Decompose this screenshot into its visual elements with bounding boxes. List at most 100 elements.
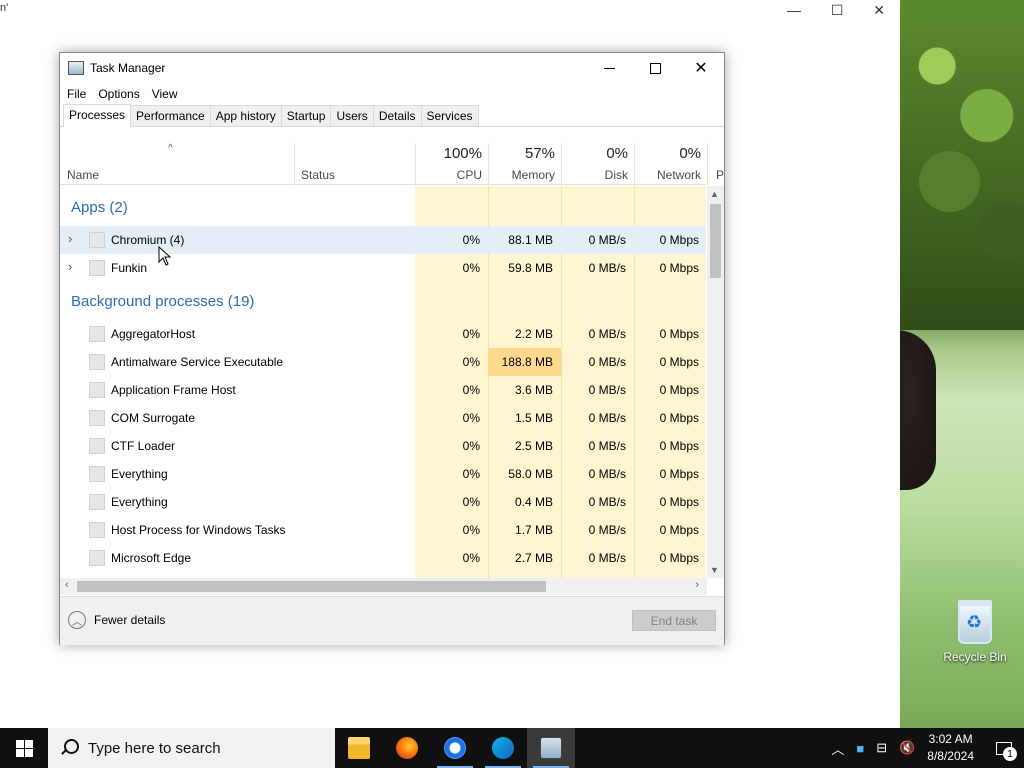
group-apps[interactable]: Apps (2)	[71, 199, 128, 216]
column-memory[interactable]: Memory	[489, 168, 555, 182]
process-row[interactable]: AggregatorHost 0% 2.2 MB 0 MB/s 0 Mbps	[60, 320, 706, 348]
recycle-bin-icon	[958, 600, 992, 644]
scroll-up-icon[interactable]: ▲	[710, 189, 719, 199]
background-minimize-icon[interactable]: —	[787, 2, 801, 18]
process-name: Application Frame Host	[111, 383, 236, 397]
process-network: 0 Mbps	[659, 261, 699, 275]
menu-view[interactable]: View	[152, 87, 178, 101]
process-icon	[89, 494, 105, 510]
cpu-percent[interactable]: 100%	[416, 145, 482, 162]
recycle-bin-label: Recycle Bin	[943, 650, 1007, 664]
menu-bar: File Options View	[60, 83, 724, 105]
volume-muted-icon[interactable]: 🔇	[899, 740, 915, 756]
tab-details[interactable]: Details	[372, 105, 422, 126]
expand-chevron-icon[interactable]: ›	[68, 259, 72, 274]
taskbar-file-explorer[interactable]	[335, 728, 383, 768]
tab-startup[interactable]: Startup	[280, 105, 332, 126]
end-task-button[interactable]: End task	[632, 610, 716, 631]
network-percent[interactable]: 0%	[635, 145, 701, 162]
maximize-button[interactable]	[632, 53, 678, 83]
process-memory: 188.8 MB	[501, 355, 553, 369]
process-row[interactable]: Everything 0% 0.4 MB 0 MB/s 0 Mbps	[60, 488, 706, 516]
process-memory: 3.6 MB	[514, 383, 553, 397]
column-network[interactable]: Network	[635, 168, 701, 182]
process-cpu: 0%	[462, 551, 480, 565]
process-icon	[89, 382, 105, 398]
taskbar-chromium[interactable]	[431, 728, 479, 768]
show-hidden-icons-chevron-icon[interactable]: ︿	[831, 739, 844, 758]
process-row[interactable]: Host Process for Windows Tasks 0% 1.7 MB…	[60, 516, 706, 544]
process-disk: 0 MB/s	[588, 523, 626, 537]
process-row[interactable]: COM Surrogate 0% 1.5 MB 0 MB/s 0 Mbps	[60, 404, 706, 432]
firefox-icon	[396, 737, 418, 759]
group-background-processes[interactable]: Background processes (19)	[71, 293, 254, 310]
process-disk: 0 MB/s	[588, 467, 626, 481]
process-list: Apps (2) › Chromium (4) 0% 88.1 MB 0 MB/…	[60, 186, 706, 578]
process-disk: 0 MB/s	[588, 355, 626, 369]
process-row[interactable]: Everything 0% 58.0 MB 0 MB/s 0 Mbps	[60, 460, 706, 488]
sort-up-icon: ^	[168, 143, 173, 154]
process-network: 0 Mbps	[659, 411, 699, 425]
notification-center-button[interactable]: 1	[984, 728, 1024, 768]
menu-options[interactable]: Options	[98, 87, 139, 101]
vertical-scroll-thumb[interactable]	[710, 204, 721, 278]
taskbar-search-box[interactable]: Type here to search	[48, 728, 335, 768]
taskbar-browser[interactable]	[479, 728, 527, 768]
column-status[interactable]: Status	[301, 168, 335, 182]
title-bar[interactable]: Task Manager ✕	[60, 53, 724, 83]
process-cpu: 0%	[462, 411, 480, 425]
horizontal-scroll-thumb[interactable]	[77, 581, 546, 592]
clock-time: 3:02 AM	[928, 732, 973, 746]
tab-performance[interactable]: Performance	[130, 105, 211, 126]
clock[interactable]: 3:02 AM 8/8/2024	[927, 731, 974, 765]
tab-processes[interactable]: Processes	[63, 104, 132, 127]
process-memory: 2.7 MB	[514, 551, 553, 565]
column-cpu[interactable]: CPU	[416, 168, 482, 182]
taskbar: Type here to search ︿ ■ ⊟ 🔇 3:02 AM 8/8/…	[0, 728, 1024, 768]
memory-percent[interactable]: 57%	[489, 145, 555, 162]
expand-chevron-icon[interactable]: ›	[68, 231, 72, 246]
disk-percent[interactable]: 0%	[562, 145, 628, 162]
column-disk[interactable]: Disk	[562, 168, 628, 182]
process-row-chromium[interactable]: › Chromium (4) 0% 88.1 MB 0 MB/s 0 Mbps	[60, 226, 706, 254]
scroll-down-icon[interactable]: ▼	[710, 565, 719, 575]
tab-app-history[interactable]: App history	[209, 105, 282, 126]
fewer-details-button[interactable]: ︿ Fewer details	[68, 611, 165, 629]
process-row[interactable]: Antimalware Service Executable 0% 188.8 …	[60, 348, 706, 376]
minimize-button[interactable]	[586, 53, 632, 83]
process-row-funkin[interactable]: › Funkin 0% 59.8 MB 0 MB/s 0 Mbps	[60, 254, 706, 282]
taskbar-task-manager[interactable]	[527, 728, 575, 768]
vertical-scrollbar[interactable]: ▲ ▼	[707, 186, 724, 578]
scroll-left-icon[interactable]: ‹	[65, 579, 69, 591]
process-row[interactable]: CTF Loader 0% 2.5 MB 0 MB/s 0 Mbps	[60, 432, 706, 460]
process-name: Everything	[111, 495, 168, 509]
close-button[interactable]: ✕	[678, 53, 724, 83]
process-row[interactable]: Microsoft Edge 0% 2.7 MB 0 MB/s 0 Mbps	[60, 544, 706, 572]
process-memory: 2.5 MB	[514, 439, 553, 453]
start-button[interactable]	[0, 728, 48, 768]
tab-users[interactable]: Users	[330, 105, 374, 126]
menu-file[interactable]: File	[67, 87, 86, 101]
process-icon	[89, 326, 105, 342]
horizontal-scrollbar[interactable]: ‹ ›	[60, 578, 707, 595]
taskbar-firefox[interactable]	[383, 728, 431, 768]
process-memory: 1.7 MB	[514, 523, 553, 537]
tab-services[interactable]: Services	[420, 105, 479, 126]
column-power-partial[interactable]: P	[716, 168, 724, 182]
tray-app-icon[interactable]: ■	[856, 741, 864, 756]
background-maximize-icon[interactable]: ☐	[831, 2, 844, 19]
scroll-right-icon[interactable]: ›	[695, 579, 699, 591]
process-cpu: 0%	[462, 383, 480, 397]
process-row[interactable]: Application Frame Host 0% 3.6 MB 0 MB/s …	[60, 376, 706, 404]
process-icon	[89, 522, 105, 538]
process-network: 0 Mbps	[659, 551, 699, 565]
background-close-icon[interactable]: ✕	[873, 2, 885, 19]
process-network: 0 Mbps	[659, 495, 699, 509]
network-icon[interactable]: ⊟	[876, 740, 887, 756]
recycle-bin[interactable]: Recycle Bin	[940, 600, 1010, 664]
column-divider[interactable]	[707, 143, 708, 185]
process-name: Antimalware Service Executable	[111, 355, 284, 369]
column-divider[interactable]	[294, 143, 295, 185]
column-name[interactable]: Name	[67, 168, 99, 182]
system-tray: ︿ ■ ⊟ 🔇 3:02 AM 8/8/2024 1	[825, 728, 1024, 768]
